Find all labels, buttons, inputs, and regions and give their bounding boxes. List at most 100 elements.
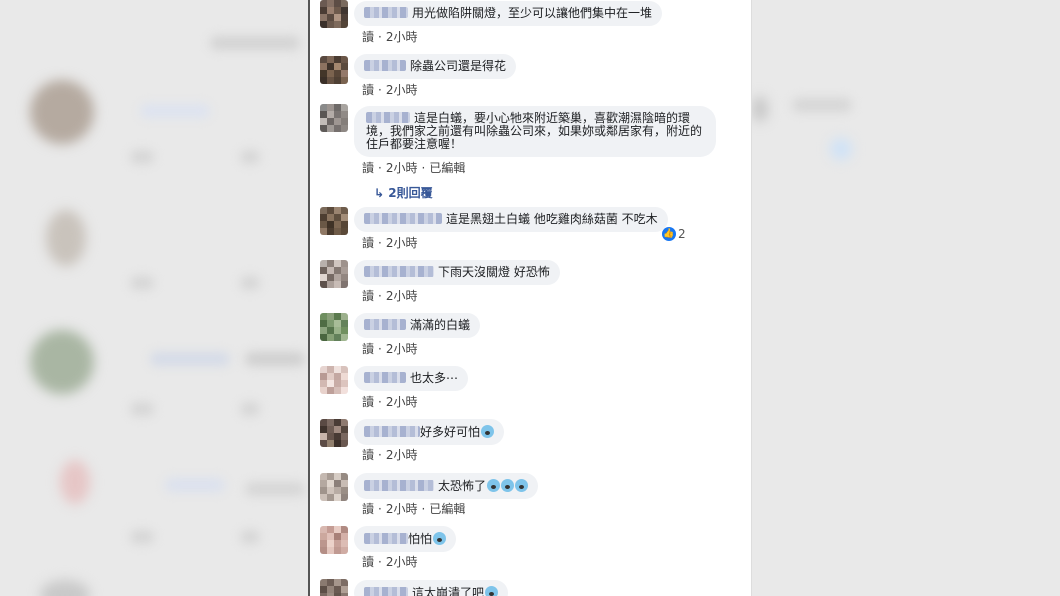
comment: 太恐怖了 讀 · 2小時 · 已編輯 (318, 471, 741, 519)
scream-emoji-icon (501, 479, 515, 492)
comment-bubble: 用光做陷阱關燈，至少可以讓他們集中在一堆 (354, 1, 663, 26)
comment-text: 這是黑翅土白蟻 他吃雞肉絲菇菌 不吃木 (446, 212, 658, 226)
commenter-name[interactable] (364, 213, 442, 224)
commenter-name[interactable] (364, 60, 406, 71)
comment-meta: 讀 · 2小時 · 已編輯 (362, 161, 466, 175)
comment-bubble: 下雨天沒關燈 好恐怖 (354, 260, 560, 285)
blurred-text (792, 98, 852, 112)
blurred-avatar (40, 580, 90, 596)
blurred-avatar (752, 96, 768, 122)
blurred-background-right (752, 0, 1060, 596)
comment: 怕怕 讀 · 2小時 (318, 524, 741, 572)
blurred-text (240, 276, 260, 290)
commenter-name[interactable] (364, 587, 408, 596)
avatar[interactable] (320, 56, 348, 84)
comment-bubble: 這太崩潰了吧 (354, 580, 509, 596)
avatar[interactable] (320, 104, 348, 132)
edited-label: 已編輯 (429, 502, 466, 516)
comment: 下雨天沒關燈 好恐怖 讀 · 2小時 (318, 258, 741, 304)
comment-bubble: 怕怕 (354, 526, 457, 552)
commenter-name[interactable] (364, 7, 408, 18)
comment-meta: 讀 · 2小時 · 已編輯 (362, 502, 466, 516)
comment-text: 太恐怖了 (438, 479, 487, 493)
comment-text: 這是白蟻，要小心牠來附近築巢，喜歡潮濕陰暗的環境，我們家之前還有叫除蟲公司來，如… (366, 111, 703, 151)
like-action[interactable]: 讀 (362, 395, 374, 409)
blurred-text (245, 482, 305, 496)
comment-bubble: 這是白蟻，要小心牠來附近築巢，喜歡潮濕陰暗的環境，我們家之前還有叫除蟲公司來，如… (354, 106, 716, 157)
timestamp[interactable]: 2小時 (386, 30, 418, 44)
blurred-text (240, 150, 260, 164)
like-action[interactable]: 讀 (362, 30, 374, 44)
comment: 滿滿的白蟻 讀 · 2小時 (318, 311, 741, 357)
reaction-count: 2 (678, 227, 686, 241)
commenter-name[interactable] (364, 533, 408, 544)
like-action[interactable]: 讀 (362, 236, 374, 250)
like-action[interactable]: 讀 (362, 342, 374, 356)
replies-count: 2則回覆 (388, 186, 433, 200)
like-action[interactable]: 讀 (362, 555, 374, 569)
comment-text: 滿滿的白蟻 (410, 318, 471, 332)
avatar[interactable] (320, 579, 348, 596)
comment-meta: 讀 · 2小時 (362, 555, 418, 569)
timestamp[interactable]: 2小時 (386, 555, 418, 569)
comment-meta: 讀 · 2小時 (362, 83, 418, 97)
comment-meta: 讀 · 2小時 (362, 395, 418, 409)
comment-bubble: 也太多⋯ (354, 366, 469, 391)
scream-emoji-icon (485, 586, 499, 596)
timestamp[interactable]: 2小時 (386, 448, 418, 462)
timestamp[interactable]: 2小時 (386, 395, 418, 409)
comment-meta: 讀 · 2小時 (362, 448, 418, 462)
avatar[interactable] (320, 419, 348, 447)
comment: 用光做陷阱關燈，至少可以讓他們集中在一堆 讀 · 2小時 (318, 0, 741, 44)
blurred-avatar (46, 210, 86, 266)
avatar[interactable] (320, 260, 348, 288)
like-action[interactable]: 讀 (362, 83, 374, 97)
timestamp[interactable]: 2小時 (386, 289, 418, 303)
comment: 這是黑翅土白蟻 他吃雞肉絲菇菌 不吃木 👍 2 讀 · 2小時 (318, 205, 741, 253)
view-replies-link[interactable]: ↳ 2則回覆 (374, 184, 433, 201)
avatar[interactable] (320, 526, 348, 554)
blurred-text (130, 276, 154, 290)
comment-text: 怕怕 (408, 532, 433, 546)
comment-bubble: 除蟲公司還是得花 (354, 54, 517, 79)
scream-emoji-icon (481, 425, 495, 438)
commenter-name[interactable] (364, 426, 420, 437)
comment: 好多好可怕 讀 · 2小時 (318, 417, 741, 465)
avatar[interactable] (320, 207, 348, 235)
like-action[interactable]: 讀 (362, 448, 374, 462)
avatar[interactable] (320, 366, 348, 394)
comment-meta: 讀 · 2小時 (362, 289, 418, 303)
commenter-name[interactable] (364, 480, 434, 491)
comment-text: 這太崩潰了吧 (412, 586, 485, 596)
comment: 這太崩潰了吧 (318, 577, 741, 596)
avatar[interactable] (320, 0, 348, 28)
like-action[interactable]: 讀 (362, 289, 374, 303)
blurred-avatar (30, 330, 94, 394)
avatar[interactable] (320, 313, 348, 341)
reply-arrow-icon: ↳ (374, 186, 385, 200)
blurred-avatar (30, 80, 94, 144)
comment-bubble: 太恐怖了 (354, 473, 539, 499)
commenter-name[interactable] (364, 266, 434, 277)
commenter-name[interactable] (366, 112, 410, 123)
comment-bubble: 好多好可怕 (354, 419, 505, 445)
timestamp[interactable]: 2小時 (386, 83, 418, 97)
comment-text: 用光做陷阱關燈，至少可以讓他們集中在一堆 (412, 6, 653, 20)
timestamp[interactable]: 2小時 (386, 502, 418, 516)
comment-text: 下雨天沒關燈 好恐怖 (438, 265, 550, 279)
timestamp[interactable]: 2小時 (386, 236, 418, 250)
reaction-summary[interactable]: 👍 2 (662, 227, 686, 241)
commenter-name[interactable] (364, 372, 406, 383)
timestamp[interactable]: 2小時 (386, 161, 418, 175)
commenter-name[interactable] (364, 319, 406, 330)
blurred-text (165, 478, 225, 492)
blurred-text (240, 402, 260, 416)
comment-meta: 讀 · 2小時 (362, 30, 418, 44)
like-action[interactable]: 讀 (362, 161, 374, 175)
like-action[interactable]: 讀 (362, 502, 374, 516)
scream-emoji-icon (487, 479, 501, 492)
avatar[interactable] (320, 473, 348, 501)
timestamp[interactable]: 2小時 (386, 342, 418, 356)
blurred-text (130, 402, 154, 416)
comment: 也太多⋯ 讀 · 2小時 (318, 364, 741, 410)
